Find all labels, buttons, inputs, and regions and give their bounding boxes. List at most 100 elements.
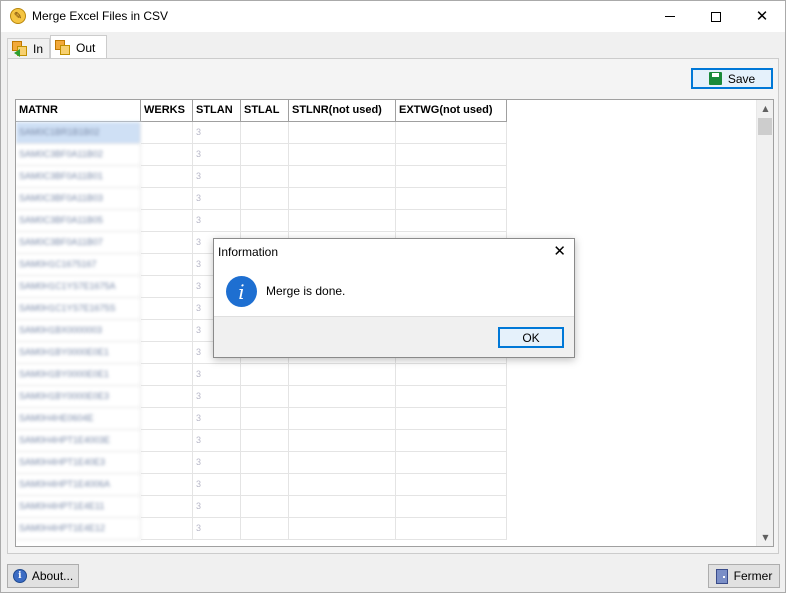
table-cell[interactable]: SAM0C3BF0A11B01 — [16, 166, 141, 188]
table-cell[interactable]: SAM0H1BY0000E0E1 — [16, 364, 141, 386]
table-cell[interactable] — [289, 122, 396, 144]
table-cell[interactable] — [141, 342, 193, 364]
table-row[interactable]: SAM0H1BY0000E0E1 3 — [16, 364, 507, 386]
column-header[interactable]: MATNR — [16, 100, 141, 122]
table-cell[interactable] — [289, 188, 396, 210]
table-cell[interactable]: 3 — [193, 188, 241, 210]
table-cell[interactable]: SAM0H4HPT1E4E11 — [16, 496, 141, 518]
table-cell[interactable]: 3 — [193, 452, 241, 474]
table-cell[interactable] — [396, 408, 507, 430]
table-cell[interactable]: SAM0C3BF0A11B05 — [16, 210, 141, 232]
maximize-button[interactable] — [693, 1, 739, 32]
table-cell[interactable] — [141, 496, 193, 518]
table-cell[interactable] — [141, 408, 193, 430]
table-row[interactable]: SAM0C3BF0A11B01 3 — [16, 166, 507, 188]
tab-out[interactable]: Out — [50, 35, 107, 59]
table-cell[interactable]: 3 — [193, 144, 241, 166]
table-cell[interactable]: 3 — [193, 430, 241, 452]
table-cell[interactable] — [289, 364, 396, 386]
table-cell[interactable]: SAM0H4HPT1E40E3 — [16, 452, 141, 474]
about-button[interactable]: i About... — [7, 564, 79, 588]
table-cell[interactable]: SAM0H1BY0000E0E1 — [16, 342, 141, 364]
table-cell[interactable] — [241, 188, 289, 210]
table-cell[interactable]: 3 — [193, 474, 241, 496]
table-cell[interactable]: 3 — [193, 386, 241, 408]
table-cell[interactable] — [141, 254, 193, 276]
table-cell[interactable] — [396, 474, 507, 496]
table-cell[interactable] — [289, 452, 396, 474]
table-cell[interactable] — [241, 364, 289, 386]
table-cell[interactable]: SAM0H4HE0604E — [16, 408, 141, 430]
table-cell[interactable] — [241, 430, 289, 452]
table-cell[interactable]: 3 — [193, 408, 241, 430]
table-cell[interactable] — [241, 408, 289, 430]
scroll-down-icon[interactable]: ▼ — [757, 529, 773, 546]
table-cell[interactable]: SAM0H4HPT1E4006A — [16, 474, 141, 496]
column-header[interactable]: STLAL — [241, 100, 289, 122]
table-cell[interactable] — [396, 452, 507, 474]
table-row[interactable]: SAM0H1BY0000E0E3 3 — [16, 386, 507, 408]
table-cell[interactable] — [141, 430, 193, 452]
table-cell[interactable] — [141, 474, 193, 496]
table-cell[interactable] — [141, 518, 193, 540]
table-row[interactable]: SAM0H4HPT1E4003E 3 — [16, 430, 507, 452]
table-cell[interactable] — [241, 210, 289, 232]
scrollbar-thumb[interactable] — [758, 118, 772, 135]
table-cell[interactable] — [396, 518, 507, 540]
table-cell[interactable] — [241, 166, 289, 188]
table-cell[interactable] — [289, 430, 396, 452]
table-cell[interactable] — [141, 210, 193, 232]
table-cell[interactable]: SAM0C3BF0A11B03 — [16, 188, 141, 210]
ok-button[interactable]: OK — [498, 327, 564, 348]
table-cell[interactable] — [396, 364, 507, 386]
column-header[interactable]: STLNR(not used) — [289, 100, 396, 122]
fermer-button[interactable]: Fermer — [708, 564, 780, 588]
table-cell[interactable] — [396, 122, 507, 144]
table-cell[interactable] — [241, 386, 289, 408]
table-cell[interactable]: 3 — [193, 518, 241, 540]
table-cell[interactable]: 3 — [193, 122, 241, 144]
close-window-button[interactable]: ✕ — [739, 1, 785, 32]
column-header[interactable]: STLAN — [193, 100, 241, 122]
table-cell[interactable] — [241, 122, 289, 144]
table-cell[interactable] — [289, 210, 396, 232]
table-cell[interactable]: 3 — [193, 364, 241, 386]
table-row[interactable]: SAM0H4HPT1E40E3 3 — [16, 452, 507, 474]
table-cell[interactable]: 3 — [193, 166, 241, 188]
table-row[interactable]: SAM0C1BR1B1B02 3 — [16, 122, 507, 144]
table-cell[interactable] — [396, 496, 507, 518]
table-cell[interactable] — [289, 144, 396, 166]
table-cell[interactable]: SAM0H4HPT1E4E12 — [16, 518, 141, 540]
table-cell[interactable] — [241, 452, 289, 474]
table-row[interactable]: SAM0H4HE0604E 3 — [16, 408, 507, 430]
table-cell[interactable] — [141, 298, 193, 320]
table-row[interactable]: SAM0C3BF0A11B05 3 — [16, 210, 507, 232]
table-cell[interactable] — [141, 232, 193, 254]
table-cell[interactable] — [141, 452, 193, 474]
table-cell[interactable]: SAM0C3BF0A11B02 — [16, 144, 141, 166]
table-cell[interactable]: SAM0H1BY0000E0E3 — [16, 386, 141, 408]
table-cell[interactable] — [141, 386, 193, 408]
table-cell[interactable] — [141, 166, 193, 188]
table-cell[interactable] — [289, 386, 396, 408]
table-cell[interactable] — [241, 518, 289, 540]
table-cell[interactable]: SAM0H4HPT1E4003E — [16, 430, 141, 452]
dialog-close-icon[interactable]: ✕ — [553, 242, 566, 260]
table-cell[interactable]: SAM0C1BR1B1B02 — [16, 122, 141, 144]
table-cell[interactable] — [396, 166, 507, 188]
save-button[interactable]: Save — [691, 68, 773, 89]
table-cell[interactable]: SAM0H1C1YS7E1675S — [16, 298, 141, 320]
table-row[interactable]: SAM0H4HPT1E4E12 3 — [16, 518, 507, 540]
column-header[interactable]: EXTWG(not used) — [396, 100, 507, 122]
table-cell[interactable]: SAM0H1C1YS7E1675A — [16, 276, 141, 298]
table-cell[interactable] — [141, 122, 193, 144]
table-cell[interactable] — [289, 496, 396, 518]
table-cell[interactable]: SAM0H1C1675167 — [16, 254, 141, 276]
tab-in[interactable]: In — [7, 38, 50, 59]
table-row[interactable]: SAM0C3BF0A11B03 3 — [16, 188, 507, 210]
scroll-up-icon[interactable]: ▲ — [757, 100, 773, 117]
table-cell[interactable]: SAM0H1BX0000003 — [16, 320, 141, 342]
table-cell[interactable] — [141, 320, 193, 342]
table-cell[interactable] — [289, 474, 396, 496]
table-cell[interactable] — [141, 188, 193, 210]
